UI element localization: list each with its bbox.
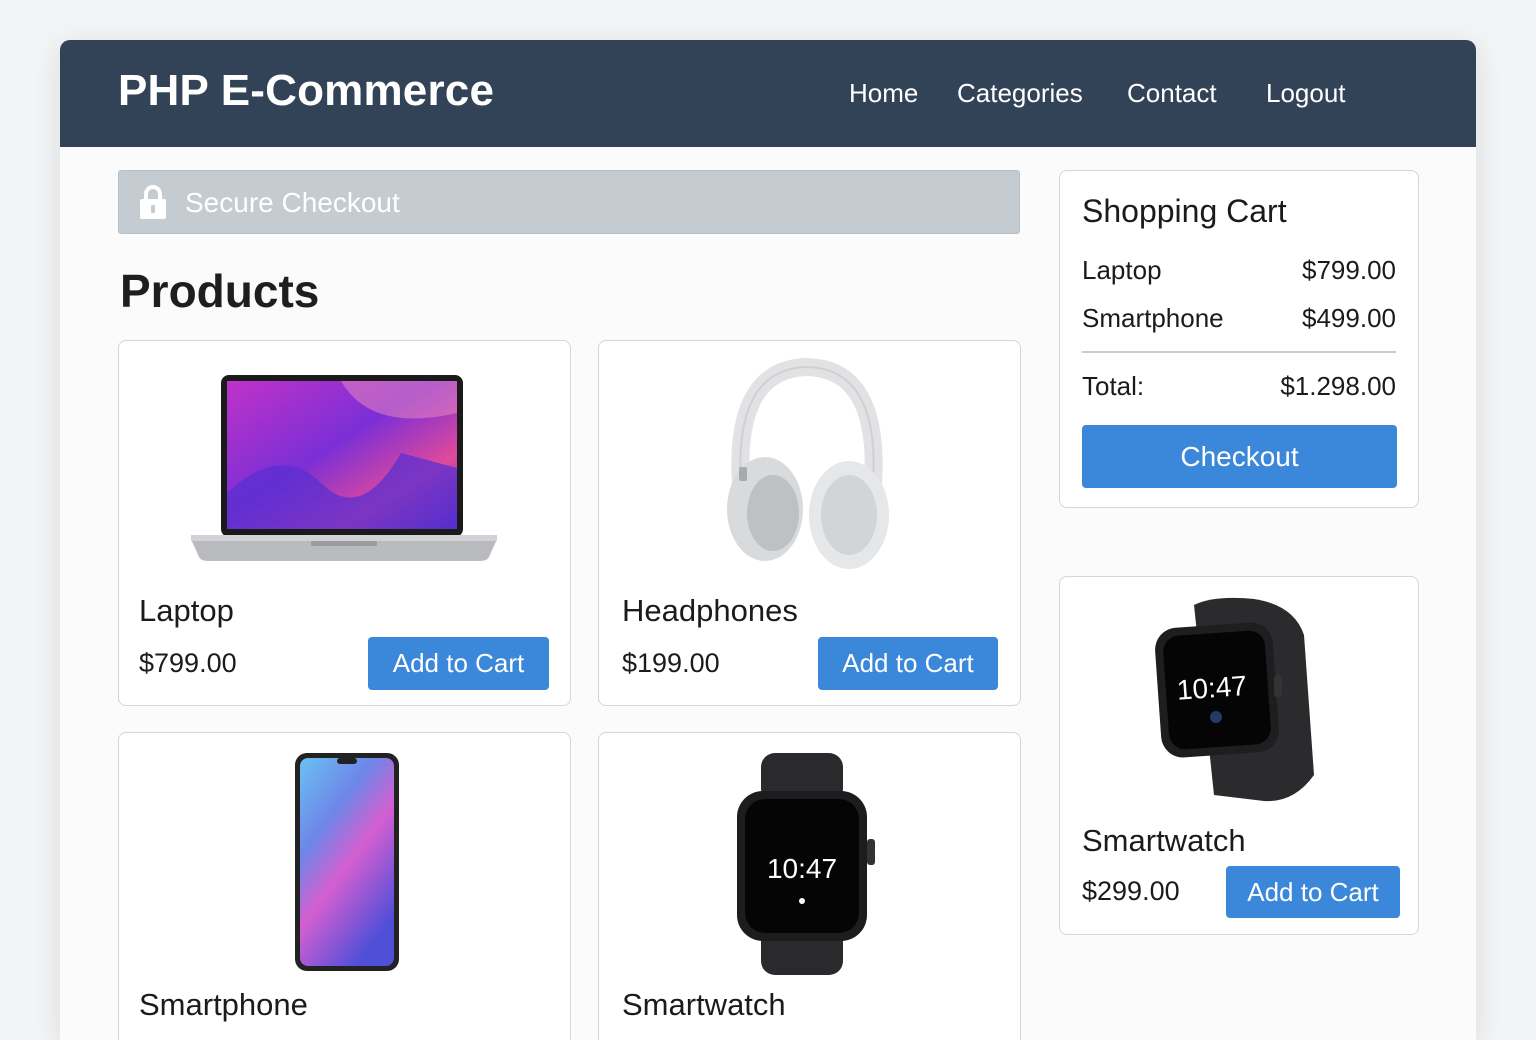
watch-time-text: 10:47 — [767, 853, 837, 884]
add-to-cart-button[interactable]: Add to Cart — [1226, 866, 1400, 918]
product-card-headphones: Headphones $199.00 Add to Cart — [598, 340, 1021, 706]
product-card-laptop: Laptop $799.00 Add to Cart — [118, 340, 571, 706]
product-card-smartwatch: 10:47 Smartwatch — [598, 732, 1021, 1040]
featured-product-card: 10:47 Smartwatch $299.00 Add to Cart — [1059, 576, 1419, 935]
product-price: $799.00 — [139, 648, 237, 678]
nav-categories[interactable]: Categories — [957, 78, 1083, 109]
smartwatch-image: 10:47 — [737, 753, 875, 975]
cart-item-name: Smartphone — [1082, 303, 1224, 333]
checkout-button[interactable]: Checkout — [1082, 425, 1397, 488]
product-name: Laptop — [139, 593, 234, 628]
products-heading: Products — [120, 265, 320, 317]
product-name: Headphones — [622, 593, 798, 628]
laptop-image — [191, 375, 497, 561]
product-price: $199.00 — [622, 648, 720, 678]
headphones-image — [727, 357, 889, 569]
product-price: $299.00 — [1082, 876, 1180, 906]
product-card-smartphone: Smartphone — [118, 732, 571, 1040]
cart-divider — [1082, 351, 1396, 353]
product-name: Smartwatch — [1082, 823, 1246, 858]
shopping-cart-panel: Shopping Cart Laptop $799.00 Smartphone … — [1059, 170, 1419, 508]
banner-text: Secure Checkout — [185, 187, 400, 218]
smartphone-image — [295, 753, 399, 971]
watch-time-text: 10:47 — [1176, 670, 1248, 706]
nav-home[interactable]: Home — [849, 78, 918, 109]
browser-window: PHP E-Commerce Home Categories Contact L… — [60, 40, 1476, 1040]
cart-title: Shopping Cart — [1082, 193, 1287, 229]
lock-icon — [140, 185, 166, 219]
secure-checkout-banner: Secure Checkout — [118, 170, 1020, 234]
cart-total-value: $1.298.00 — [1280, 371, 1396, 401]
cart-total-label: Total: — [1082, 371, 1145, 401]
cart-item-price: $799.00 — [1302, 255, 1396, 285]
cart-item-price: $499.00 — [1302, 303, 1396, 333]
nav-contact[interactable]: Contact — [1127, 78, 1217, 109]
smartwatch-image: 10:47 — [1155, 597, 1314, 802]
brand-title[interactable]: PHP E-Commerce — [118, 66, 494, 116]
add-to-cart-button[interactable]: Add to Cart — [368, 637, 549, 690]
product-name: Smartwatch — [622, 987, 786, 1022]
navbar: PHP E-Commerce Home Categories Contact L… — [60, 40, 1476, 147]
nav-logout[interactable]: Logout — [1266, 78, 1346, 109]
cart-item-name: Laptop — [1082, 255, 1162, 285]
add-to-cart-button[interactable]: Add to Cart — [818, 637, 998, 690]
product-name: Smartphone — [139, 987, 308, 1022]
